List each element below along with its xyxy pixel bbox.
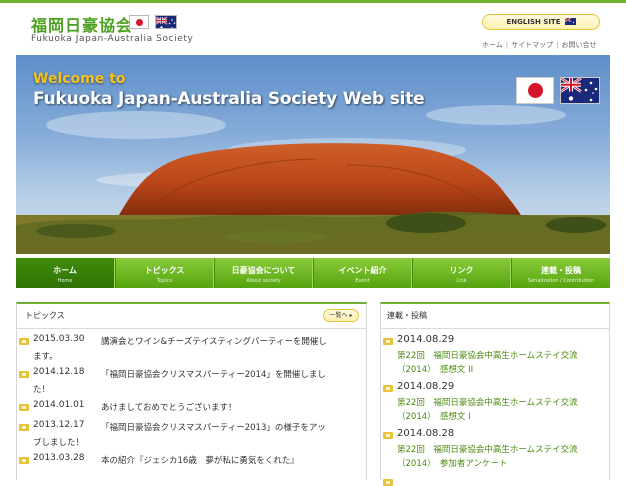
japan-flag-icon [129,15,149,29]
topic-date: 2013.03.28 [33,453,85,463]
topics-header: トピックス 一覧へ ▸ [17,304,366,329]
topics-title: トピックス [25,311,65,320]
nav-label: リンク [449,266,474,275]
serialization-title: 連載・投稿 [387,311,427,320]
nav-label: イベント紹介 [338,266,387,275]
arrow-right-icon: ▸ [347,312,353,319]
nav-item-link[interactable]: リンク Link [412,258,511,288]
nav-sublabel: Event [355,278,370,284]
hero-title: Fukuoka Japan-Australia Society Web site [33,89,425,109]
topic-link[interactable]: 講演会とワイン&チーズテイスティングパーティーを開催し [101,335,327,347]
nav-label: ホーム [53,266,77,275]
serialization-panel: 連載・投稿 2014.08.29 第22回 福岡日豪協会中高生ホームステイ交流 … [380,302,610,486]
topic-link[interactable]: あけましておめでとうございます！ [101,401,237,413]
nav-sublabel: Serialization / Contribution [527,278,595,284]
topic-link[interactable]: 「福岡日豪協会クリスマスパーティー2013」の様子をアッ [101,421,326,433]
site-logo-subtitle: Fukuoka Japan-Australia Society [31,34,194,44]
nav-item-event[interactable]: イベント紹介 Event [313,258,412,288]
topic-date: 2014.12.18 [33,367,85,377]
util-link-contact[interactable]: お問い合せ [562,41,597,49]
australia-flag-icon [564,18,576,25]
nav-item-topics[interactable]: トピックス Topics [115,258,214,288]
post-date: 2014.08.28 [397,428,455,439]
nav-label: トピックス [144,266,185,275]
post-date: 2014.08.29 [397,381,455,392]
topic-date: 2014.01.01 [33,400,85,410]
nav-label: 日豪協会について [231,266,296,275]
topics-panel: トピックス 一覧へ ▸ 2015.03.30 講演会とワイン&チーズテイスティン… [16,302,367,480]
topics-more-button[interactable]: 一覧へ ▸ [323,309,359,322]
folder-bullet-icon [383,479,393,486]
post-link-cont[interactable]: （2014） 感想文 I [397,410,471,422]
english-site-label: ENGLISH SITE [506,18,561,26]
nav-sublabel: Link [456,278,467,284]
post-date: 2014.08.29 [397,334,455,345]
more-label: 一覧へ [329,312,348,319]
post-link[interactable]: 第22回 福岡日豪協会中高生ホームステイ交流 [397,396,578,408]
post-link-cont[interactable]: （2014） 感想文 II [397,363,473,375]
nav-item-home[interactable]: ホーム Home [16,258,115,288]
topic-link[interactable]: 本の紹介『ジェシカ16歳 夢が私に勇気をくれた』 [101,454,299,466]
nav-item-serialization[interactable]: 連載・投稿 Serialization / Contribution [511,258,610,288]
nav-item-about[interactable]: 日豪協会について About society [214,258,313,288]
top-accent-bar [0,0,626,3]
australia-flag-icon [560,77,600,104]
nav-sublabel: Topics [156,278,173,284]
global-nav: ホーム Home トピックス Topics 日豪協会について About societ… [16,258,610,288]
hero-welcome-text: Welcome to [33,71,126,87]
japan-flag-icon [516,77,554,104]
site-logo-title[interactable]: 福岡日豪協会 [31,12,133,36]
topic-date: 2013.12.17 [33,420,85,430]
folder-bullet-icon [19,371,29,378]
post-link[interactable]: 第22回 福岡日豪協会中高生ホームステイ交流 [397,349,578,361]
topic-date: 2015.03.30 [33,334,85,344]
post-link-cont[interactable]: （2014） 参加者アンケート [397,457,508,469]
nav-label: 連載・投稿 [541,266,581,275]
folder-bullet-icon [19,424,29,431]
topic-link-cont[interactable]: た！ [33,383,50,395]
folder-bullet-icon [383,338,393,345]
post-link[interactable]: 第22回 福岡日豪協会中高生ホームステイ交流 [397,443,578,455]
folder-bullet-icon [383,432,393,439]
folder-bullet-icon [19,457,29,464]
folder-bullet-icon [19,404,29,411]
nav-sublabel: About society [246,278,281,284]
serialization-header: 連載・投稿 [381,304,609,329]
utility-nav: ホーム | サイトマップ | お問い合せ [482,40,597,50]
util-separator: | [505,41,509,49]
topic-link-cont[interactable]: ます。 [33,350,58,362]
hero-banner: Welcome to Fukuoka Japan-Australia Socie… [16,55,610,254]
folder-bullet-icon [383,385,393,392]
util-link-home[interactable]: ホーム [482,41,503,49]
english-site-button[interactable]: ENGLISH SITE [482,14,600,30]
nav-sublabel: Home [57,278,73,284]
util-link-sitemap[interactable]: サイトマップ [511,41,553,49]
util-separator: | [556,41,559,49]
topic-link-cont[interactable]: プしました！ [33,436,84,448]
folder-bullet-icon [19,338,29,345]
australia-flag-icon [155,15,177,29]
topic-link[interactable]: 「福岡日豪協会クリスマスパーティー2014」を開催しまし [101,368,326,380]
